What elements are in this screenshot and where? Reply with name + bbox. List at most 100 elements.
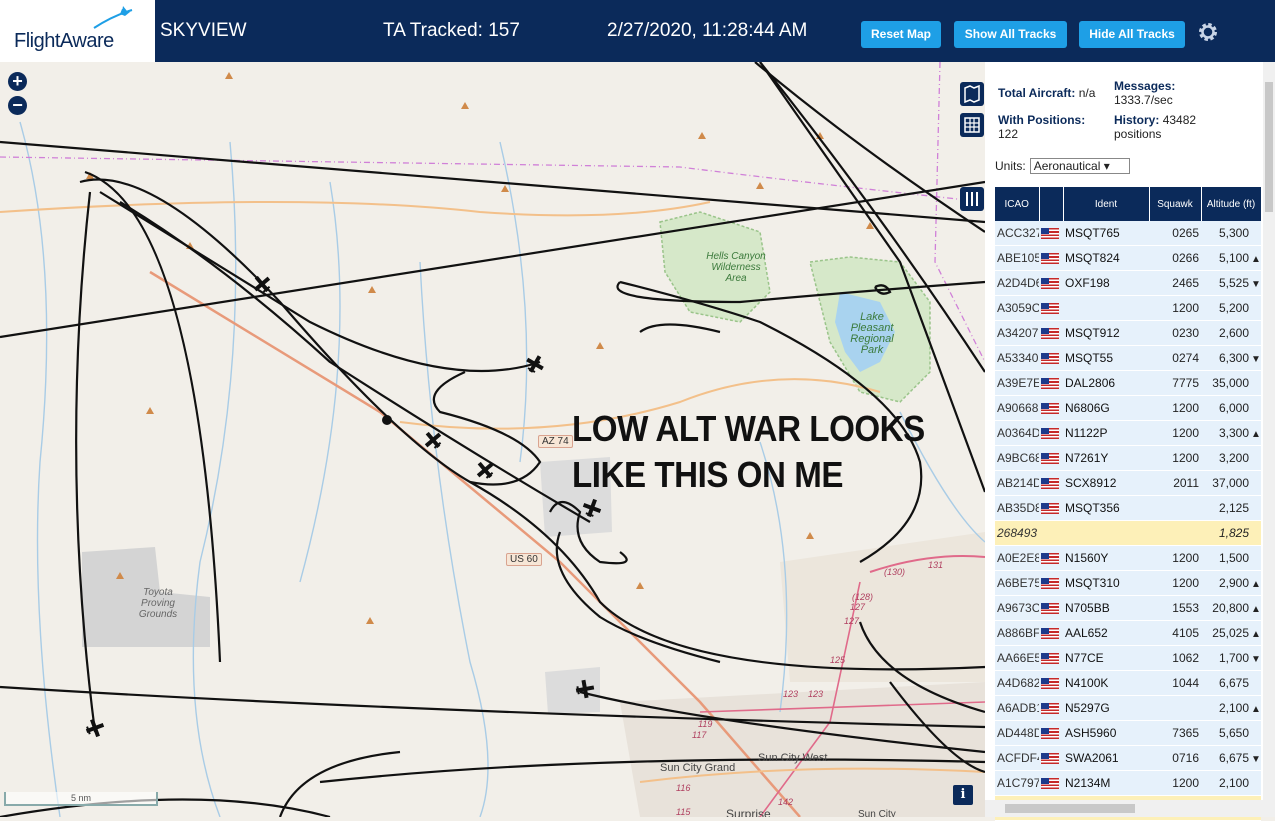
table-row[interactable]: A6ADB1 N5297G 2,100 ▲ [995,695,1261,721]
toyota-label: Toyota Proving Grounds [138,587,178,620]
table-row[interactable]: A53340 MSQT55 0274 6,300 ▼ [995,345,1261,371]
info-icon[interactable]: i [953,785,973,805]
squawk-cell: 1200 [1149,445,1201,471]
altitude-value: 1,825 [1218,526,1249,540]
table-row[interactable]: A39E7E DAL2806 7775 35,000 [995,370,1261,396]
with-positions: With Positions: 122 [998,113,1085,141]
table-row[interactable]: AD448D ASH5960 7365 5,650 [995,720,1261,746]
history-label: History: [1114,113,1160,127]
column-flag[interactable] [1039,187,1064,221]
icao-cell: AD448D [995,720,1039,746]
aircraft-dot [382,415,392,425]
table-row[interactable]: A9BC68 N7261Y 1200 3,200 [995,445,1261,471]
icao-cell: A9BC68 [995,445,1039,471]
table-row[interactable]: AB35D8 MSQT356 2,125 [995,495,1261,521]
column-squawk[interactable]: Squawk [1149,187,1202,221]
table-row[interactable]: AA66E5 N77CE 1062 1,700 ▼ [995,645,1261,671]
table-header-row: ICAO Ident Squawk Altitude (ft) [995,187,1262,221]
column-ident[interactable]: Ident [1063,187,1150,221]
flag-cell [1039,770,1063,796]
table-row[interactable]: ABE105 MSQT824 0266 5,100 ▲ [995,245,1261,271]
grid-toggle-icon[interactable] [960,113,984,137]
table-row[interactable]: A0364D N1122P 1200 3,300 ▲ [995,420,1261,446]
icao-cell: A4D682 [995,670,1039,696]
altitude-trend-icon: ▼ [1251,754,1261,765]
altitude-cell: 25,025 ▲ [1201,620,1261,646]
altitude-value: 5,525 [1218,276,1249,290]
ident-cell: N2134M [1063,770,1149,796]
aircraft-markers [85,275,602,738]
squawk-cell: 0230 [1149,320,1201,346]
column-icao[interactable]: ICAO [995,187,1040,221]
flag-cell [1039,720,1063,746]
altitude-trend-icon: ▲ [1251,254,1261,265]
table-row[interactable]: A90668 N6806G 1200 6,000 [995,395,1261,421]
altitude-value: 6,300 [1218,351,1249,365]
zoom-out-button[interactable]: − [8,96,27,115]
table-row[interactable]: A34207 MSQT912 0230 2,600 [995,320,1261,346]
squawk-cell: 1200 [1149,420,1201,446]
us-flag-icon [1041,428,1059,440]
flag-cell [1039,745,1063,771]
reset-map-button[interactable]: Reset Map [861,21,941,48]
squawk-cell: 7775 [1149,370,1201,396]
squawk-cell: 1200 [1149,295,1201,321]
map-layers-icon[interactable] [960,82,984,106]
table-row[interactable]: A0E2E8 N1560Y 1200 1,500 [995,545,1261,571]
gear-icon[interactable] [1196,20,1220,44]
route-127a-label: 127 [850,602,866,612]
route-123b-label: 123 [808,689,824,699]
messages: Messages: 1333.7/sec [1114,79,1175,107]
route-125-label: 125 [830,655,846,665]
table-row[interactable]: ACFDF4SWA206107166,675▼ [995,745,1261,771]
flag-cell [1039,420,1063,446]
vertical-scroll-thumb[interactable] [1265,82,1273,212]
zoom-in-button[interactable]: + [8,72,27,91]
icao-cell: A3059C [995,295,1039,321]
ident-cell: ASH5960 [1063,720,1149,746]
map-view[interactable]: + − LOW ALT WAR LOOKS LIKE THIS ON ME He… [0,62,985,817]
table-row[interactable]: A3059C 1200 5,200 [995,295,1261,321]
ident-cell: MSQT765 [1063,221,1149,246]
flightaware-logo[interactable]: FlightAware [0,0,155,62]
altitude-cell: 1,825 [1201,520,1261,546]
altitude-cell: 5,200 [1201,295,1261,321]
flag-cell [1039,645,1063,671]
table-row[interactable]: A9673C N705BB 1553 20,800 ▲ [995,595,1261,621]
columns-toggle-icon[interactable] [960,187,984,211]
ident-cell: N7261Y [1063,445,1149,471]
table-row[interactable]: AB214D SCX8912 2011 37,000 [995,470,1261,496]
units-select[interactable]: Aeronautical ▾ [1029,158,1130,174]
altitude-value: 3,200 [1218,451,1249,465]
panel-vertical-scrollbar[interactable] [1263,62,1275,800]
table-row[interactable]: A886BF AAL652 4105 25,025 ▲ [995,620,1261,646]
ident-cell: MSQT55 [1063,345,1149,371]
ident-cell: AAL652 [1063,620,1149,646]
table-row[interactable]: 268493 1,825 [995,520,1261,546]
flag-cell [1039,320,1063,346]
column-altitude[interactable]: Altitude (ft) [1201,187,1262,221]
us-flag-icon [1041,728,1059,740]
horizontal-scroll-thumb[interactable] [1005,804,1135,813]
us-flag-icon [1041,303,1059,315]
altitude-cell: 2,125 [1201,495,1261,521]
show-all-tracks-button[interactable]: Show All Tracks [954,21,1067,48]
table-row[interactable]: ACC327 MSQT765 0265 5,300 [995,221,1261,246]
altitude-cell: 2,100 ▲ [1201,695,1261,721]
table-row[interactable]: A6BE75 MSQT310 1200 2,900 ▲ [995,570,1261,596]
panel-horizontal-scrollbar[interactable] [985,800,1275,817]
us-flag-icon [1041,228,1059,240]
table-row[interactable]: A2D4D6 OXF198 2465 5,525 ▼ [995,270,1261,296]
us-flag-icon [1041,778,1059,790]
squawk-cell: 1553 [1149,595,1201,621]
aircraft-panel: Total Aircraft: n/a Messages: 1333.7/sec … [985,62,1275,821]
table-row[interactable]: A1C797 N2134M 1200 2,100 [995,770,1261,796]
hide-all-tracks-button[interactable]: Hide All Tracks [1079,21,1185,48]
map-icon [964,84,980,104]
ident-cell: N705BB [1063,595,1149,621]
table-row[interactable]: A4D682 N4100K 1044 6,675 [995,670,1261,696]
altitude-value: 3,300 [1218,426,1249,440]
us-flag-icon [1041,628,1059,640]
messages-value: 1333.7/sec [1114,93,1173,107]
overlay-annotation: LOW ALT WAR LOOKS LIKE THIS ON ME [572,406,925,498]
